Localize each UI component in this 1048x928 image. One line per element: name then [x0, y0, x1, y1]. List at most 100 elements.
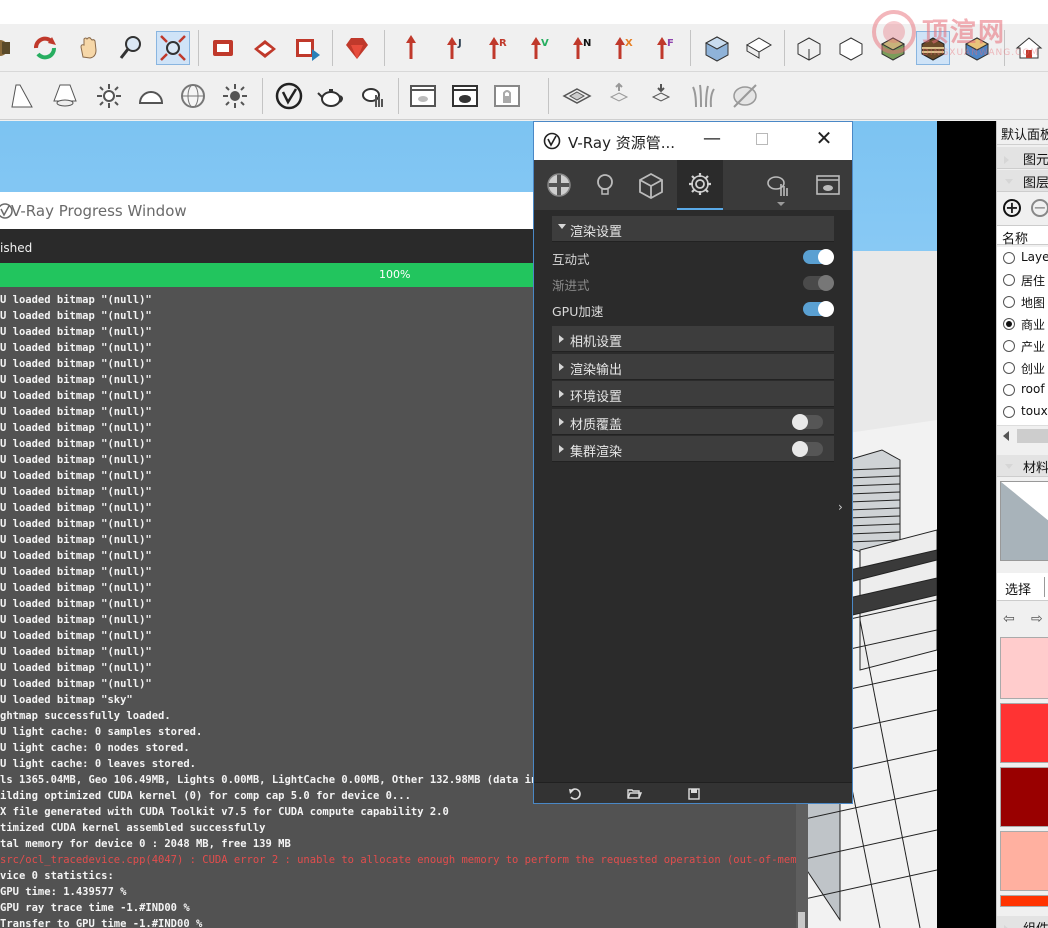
render-teapot-icon[interactable] [314, 79, 348, 113]
folder-open-icon[interactable] [626, 786, 642, 802]
sphere-light-icon[interactable] [176, 79, 210, 113]
layer-row[interactable]: 创业 [997, 357, 1048, 379]
section-toggle[interactable] [792, 441, 823, 457]
import-proxy-icon[interactable] [644, 79, 678, 113]
lightbulb-icon [597, 174, 613, 195]
axis-a-icon[interactable] [394, 31, 428, 65]
layer-hscroll[interactable] [997, 425, 1048, 445]
layer-row[interactable]: 产业 [997, 335, 1048, 357]
material-preview[interactable] [1000, 481, 1048, 561]
fur-icon[interactable] [686, 79, 720, 113]
layer-radio[interactable] [1003, 384, 1015, 396]
vray-logo-icon[interactable] [272, 79, 306, 113]
remove-layer-icon[interactable]: − [1031, 199, 1048, 217]
axis-j-icon[interactable]: J [438, 31, 472, 65]
axis-x-icon[interactable]: X [606, 31, 640, 65]
chevron-right-icon [1004, 156, 1009, 164]
layer-row[interactable]: Laye [997, 247, 1048, 269]
dome-light-icon[interactable] [134, 79, 168, 113]
clipper-icon[interactable] [728, 79, 762, 113]
section-header[interactable]: 集群渲染 [552, 436, 834, 462]
layers-header[interactable]: 图层 [997, 170, 1048, 192]
material-swatch[interactable] [1000, 831, 1048, 891]
components-header[interactable]: 组件 [997, 916, 1048, 928]
panel-collapse-arrow-icon[interactable]: › [838, 500, 852, 514]
lock-camera-icon[interactable] [490, 79, 524, 113]
extension-warehouse-icon[interactable] [290, 31, 324, 65]
layer-radio[interactable] [1003, 274, 1015, 286]
layer-radio[interactable] [1003, 362, 1015, 374]
axis-n-icon[interactable]: N [564, 31, 598, 65]
zoom-icon[interactable] [114, 31, 148, 65]
wireframe-icon[interactable] [792, 31, 826, 65]
render-dropdown-icon[interactable] [777, 202, 785, 206]
section-header[interactable]: 材质覆盖 [552, 408, 834, 435]
layer-radio[interactable] [1003, 296, 1015, 308]
axis-v-icon[interactable]: V [522, 31, 556, 65]
materials-header[interactable]: 材料 [997, 455, 1048, 477]
layer-row[interactable]: 商业 [997, 313, 1048, 335]
undo-icon[interactable] [567, 786, 583, 802]
layer-radio[interactable] [1003, 318, 1015, 330]
layer-row[interactable]: 居住 [997, 269, 1048, 291]
spot-light-icon[interactable] [6, 79, 40, 113]
maximize-button[interactable] [756, 133, 768, 145]
frame-buffer-icon[interactable] [406, 79, 440, 113]
warehouse-icon[interactable] [206, 31, 240, 65]
material-swatch[interactable] [1000, 637, 1048, 699]
tab-settings[interactable] [677, 160, 723, 210]
close-button[interactable]: ✕ [812, 126, 836, 154]
layer-radio[interactable] [1003, 340, 1015, 352]
frame-buffer-render-icon[interactable] [448, 79, 482, 113]
section-render-settings[interactable]: 渲染设置 [552, 216, 834, 242]
scroll-left-icon[interactable] [1003, 431, 1009, 441]
axis-f-icon[interactable]: F [648, 31, 682, 65]
minimize-button[interactable]: — [700, 128, 724, 152]
scroll-thumb[interactable] [1017, 429, 1048, 443]
zoom-extents-icon[interactable] [156, 31, 190, 65]
tab-lights[interactable] [582, 160, 628, 210]
omni-light-icon[interactable] [92, 79, 126, 113]
layer-row[interactable]: roof [997, 379, 1048, 401]
material-swatch[interactable] [1000, 703, 1048, 763]
mesh-light-icon[interactable] [218, 79, 252, 113]
asset-editor-titlebar[interactable]: V-Ray 资源管... — ✕ [534, 122, 852, 160]
section-header[interactable]: 环境设置 [552, 381, 834, 407]
render-option-toggle[interactable] [803, 249, 834, 265]
top-view-icon[interactable] [742, 31, 776, 65]
hidden-line-icon[interactable] [834, 31, 868, 65]
tab-frame-buffer[interactable] [805, 160, 851, 210]
tab-materials[interactable] [536, 160, 582, 210]
paint-bucket-icon[interactable] [0, 31, 20, 65]
forward-arrow-icon[interactable]: ⇨ [1031, 611, 1043, 627]
tab-select[interactable]: 选择 [1005, 579, 1031, 598]
infinite-plane-icon[interactable] [560, 79, 594, 113]
section-header[interactable]: 渲染输出 [552, 353, 834, 380]
layer-radio[interactable] [1003, 406, 1015, 418]
layers-column-header[interactable]: 名称 [997, 225, 1048, 247]
back-arrow-icon[interactable]: ⇦ [1003, 611, 1015, 627]
render-option-toggle[interactable] [803, 301, 834, 317]
layer-name: 产业 [1021, 340, 1046, 354]
material-swatch[interactable] [1000, 767, 1048, 827]
tab-geometry[interactable] [628, 160, 674, 210]
iso-view-icon[interactable] [700, 31, 734, 65]
axis-r-icon[interactable]: R [480, 31, 514, 65]
section-header[interactable]: 相机设置 [552, 326, 834, 352]
material-swatch[interactable] [1000, 895, 1048, 907]
share-model-icon[interactable] [248, 31, 282, 65]
layer-row[interactable]: 地图 [997, 291, 1048, 313]
orbit-icon[interactable] [28, 31, 62, 65]
export-proxy-icon[interactable] [602, 79, 636, 113]
interactive-render-icon[interactable] [356, 79, 390, 113]
layer-row[interactable]: touxi [997, 401, 1048, 423]
ies-light-icon[interactable] [48, 79, 82, 113]
entity-info-header[interactable]: 图元 [997, 147, 1048, 169]
pan-hand-icon[interactable] [72, 31, 106, 65]
ruby-console-icon[interactable] [340, 31, 374, 65]
save-icon[interactable] [686, 786, 702, 802]
layer-radio[interactable] [1003, 252, 1015, 264]
add-layer-icon[interactable]: + [1003, 199, 1021, 217]
section-toggle[interactable] [792, 413, 823, 430]
log-scrollbar-thumb[interactable] [798, 912, 805, 928]
